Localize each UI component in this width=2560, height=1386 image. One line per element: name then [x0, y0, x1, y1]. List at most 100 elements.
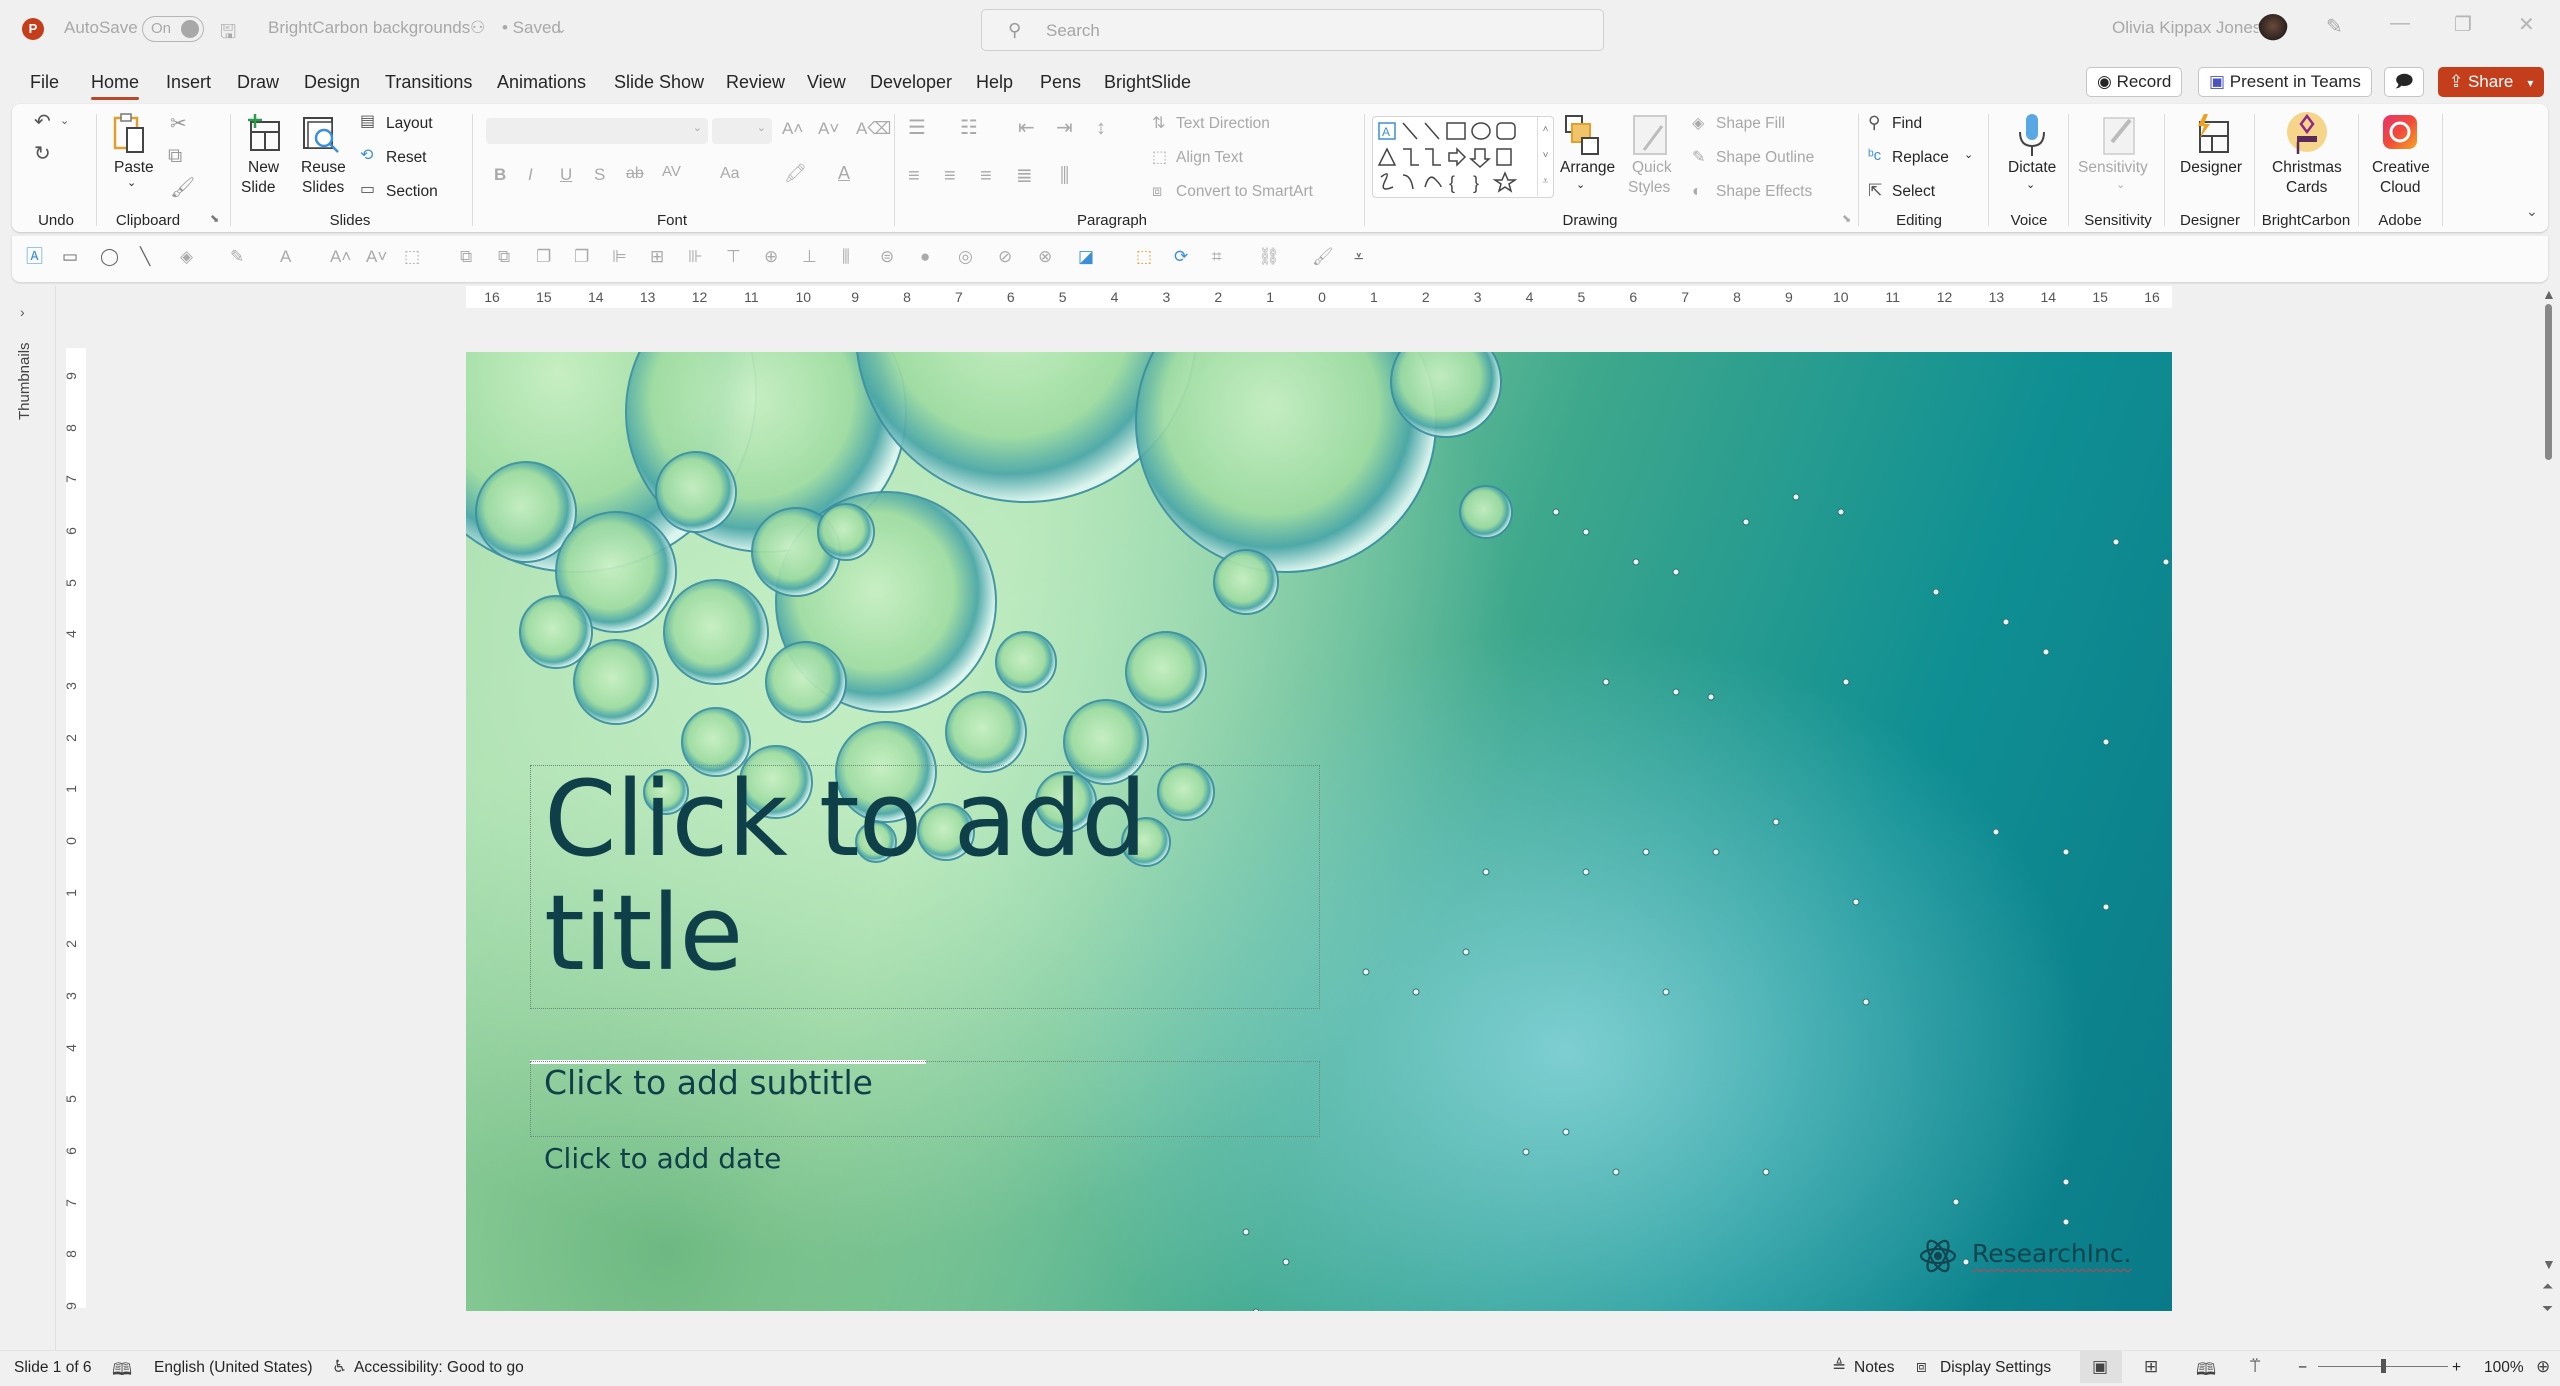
- chevron-down-icon[interactable]: ⌄: [2026, 178, 2035, 191]
- christmas-cards-label[interactable]: Christmas: [2272, 159, 2342, 177]
- merge-intersect-icon[interactable]: ⊗: [1038, 248, 1052, 265]
- dialog-launcher-icon[interactable]: ⬊: [1842, 214, 1851, 225]
- restore-button[interactable]: ❐: [2454, 12, 2472, 37]
- bring-to-front-icon[interactable]: ❐: [536, 248, 551, 265]
- fill-color-icon[interactable]: ◈: [180, 248, 193, 265]
- tab-home[interactable]: Home: [91, 72, 140, 100]
- decrease-font-icon[interactable]: A˅: [366, 248, 387, 265]
- bullets-icon[interactable]: ☰: [908, 118, 926, 138]
- tab-view[interactable]: View: [807, 72, 846, 93]
- zoom-slider-thumb[interactable]: [2381, 1359, 2386, 1373]
- font-color-icon[interactable]: A: [280, 248, 291, 265]
- selection-pane-icon[interactable]: ⬚: [1136, 248, 1152, 265]
- reuse-slides-label-2[interactable]: Slides: [302, 179, 344, 197]
- rotate-icon[interactable]: ⟳: [1174, 248, 1188, 265]
- text-shadow-button[interactable]: S: [594, 166, 605, 183]
- tab-brightslide[interactable]: BrightSlide: [1104, 72, 1191, 93]
- tab-help[interactable]: Help: [976, 72, 1013, 93]
- align-left-icon[interactable]: ≡: [908, 166, 920, 186]
- select-cursor-icon[interactable]: ⇱: [1868, 182, 1882, 199]
- decrease-font-size-icon[interactable]: A˅: [818, 120, 839, 137]
- arrange-icon[interactable]: [1562, 112, 1602, 155]
- zoom-in-button[interactable]: +: [2452, 1359, 2461, 1377]
- notes-icon[interactable]: ≜: [1832, 1357, 1846, 1377]
- align-right-icon[interactable]: ≡: [980, 166, 992, 186]
- align-center-icon[interactable]: ≡: [944, 166, 956, 186]
- expand-thumbnails-icon[interactable]: ›: [20, 304, 25, 320]
- redo-icon[interactable]: ↻: [34, 144, 51, 164]
- send-backward-icon[interactable]: ⧉: [498, 248, 510, 265]
- quick-styles-label-2[interactable]: Styles: [1628, 179, 1670, 197]
- change-case-button[interactable]: Aa: [720, 166, 740, 182]
- present-in-teams-button[interactable]: ▣ Present in Teams: [2198, 67, 2372, 97]
- find-button[interactable]: Find: [1892, 115, 1922, 133]
- character-spacing-button[interactable]: AV: [662, 164, 681, 179]
- previous-slide-icon[interactable]: ⏶: [2542, 1278, 2553, 1295]
- scroll-down-icon[interactable]: ▼: [2542, 1256, 2556, 1272]
- distribute-vertical-icon[interactable]: ⊜: [880, 248, 894, 265]
- search-input[interactable]: ⚲ Search: [981, 9, 1604, 51]
- creative-cloud-label[interactable]: Creative: [2372, 159, 2430, 177]
- merge-combine-icon[interactable]: ◎: [958, 248, 973, 265]
- reset-button[interactable]: Reset: [386, 149, 427, 167]
- slide-show-icon[interactable]: ⍡: [2250, 1357, 2260, 1377]
- normal-view-button[interactable]: ▣: [2080, 1351, 2122, 1383]
- font-size-dropdown[interactable]: ⌄: [712, 118, 772, 144]
- tab-review[interactable]: Review: [726, 72, 785, 93]
- increase-font-icon[interactable]: A˄: [330, 248, 351, 265]
- slide-sorter-icon[interactable]: ⊞: [2144, 1357, 2158, 1377]
- christmas-cards-icon[interactable]: [2286, 110, 2327, 154]
- slide-canvas[interactable]: Click to add title Click to add subtitle…: [466, 352, 2172, 1311]
- link-icon[interactable]: ⛓: [1258, 248, 1280, 265]
- format-painter-icon[interactable]: 🖌: [1312, 248, 1334, 265]
- document-title[interactable]: BrightCarbon backgrounds: [268, 18, 470, 38]
- increase-font-size-icon[interactable]: A˄: [782, 120, 803, 137]
- share-button[interactable]: ⇪ Share ▾: [2438, 67, 2545, 97]
- vertical-scrollbar[interactable]: ▲ ▼ ⏶ ⏷: [2536, 286, 2560, 1350]
- chevron-down-icon[interactable]: ⌄: [2116, 178, 2125, 191]
- convert-to-smartart-button[interactable]: Convert to SmartArt: [1176, 183, 1313, 201]
- align-bottom-icon[interactable]: ⊥: [802, 248, 817, 265]
- reuse-slides-icon[interactable]: [302, 112, 342, 154]
- select-button[interactable]: Select: [1892, 183, 1935, 201]
- align-middle-icon[interactable]: ⊕: [764, 248, 778, 265]
- chevron-down-icon[interactable]: ⌄: [60, 116, 69, 127]
- sensitivity-icon[interactable]: [2100, 112, 2140, 155]
- accessibility-icon[interactable]: ♿: [332, 1357, 347, 1377]
- gallery-scroll[interactable]: ˄ ˅ ⩡: [1537, 117, 1553, 196]
- strikethrough-button[interactable]: ab: [626, 166, 644, 182]
- increase-indent-icon[interactable]: ⇥: [1056, 118, 1073, 138]
- replace-icon[interactable]: ᵇc: [1868, 148, 1881, 163]
- underline-button[interactable]: U: [560, 166, 572, 183]
- text-box-icon[interactable]: 🄰: [26, 248, 43, 265]
- format-painter-icon[interactable]: 🖌: [170, 178, 195, 198]
- user-name[interactable]: Olivia Kippax Jones: [2112, 18, 2261, 38]
- tab-draw[interactable]: Draw: [237, 72, 279, 93]
- decrease-indent-icon[interactable]: ⇤: [1018, 118, 1035, 138]
- shape-effects-button[interactable]: Shape Effects: [1716, 183, 1812, 201]
- italic-button[interactable]: I: [528, 166, 533, 183]
- tab-developer[interactable]: Developer: [870, 72, 952, 93]
- paste-icon[interactable]: [112, 112, 152, 154]
- text-direction-icon[interactable]: ⇅: [1152, 116, 1165, 132]
- scrollbar-thumb[interactable]: [2545, 304, 2552, 460]
- record-button[interactable]: ◉ Record: [2086, 67, 2183, 97]
- save-status[interactable]: • Saved: [502, 18, 561, 38]
- shapes-gallery[interactable]: A {} ˄ ˅ ⩡: [1372, 116, 1554, 198]
- tab-animations[interactable]: Animations: [497, 72, 586, 93]
- find-icon[interactable]: ⚲: [1868, 114, 1880, 131]
- tab-file[interactable]: File: [30, 72, 59, 93]
- fit-to-window-icon[interactable]: ⊕: [2536, 1357, 2550, 1377]
- shape-outline-icon[interactable]: ✎: [1692, 150, 1705, 166]
- send-to-back-icon[interactable]: ❐: [574, 248, 589, 265]
- display-settings-icon[interactable]: ⧈: [1916, 1357, 1927, 1377]
- chevron-down-icon[interactable]: ⌄: [127, 176, 136, 189]
- avatar[interactable]: [2258, 14, 2288, 44]
- align-top-icon[interactable]: ⊤: [726, 248, 741, 265]
- tab-pens[interactable]: Pens: [1040, 72, 1081, 93]
- creative-cloud-label-2[interactable]: Cloud: [2380, 179, 2421, 197]
- zoom-slider[interactable]: [2318, 1359, 2448, 1373]
- copilot-pen-icon[interactable]: ✎: [2326, 14, 2343, 39]
- align-left-icon[interactable]: ⊫: [612, 248, 627, 265]
- font-name-dropdown[interactable]: ⌄: [486, 118, 708, 144]
